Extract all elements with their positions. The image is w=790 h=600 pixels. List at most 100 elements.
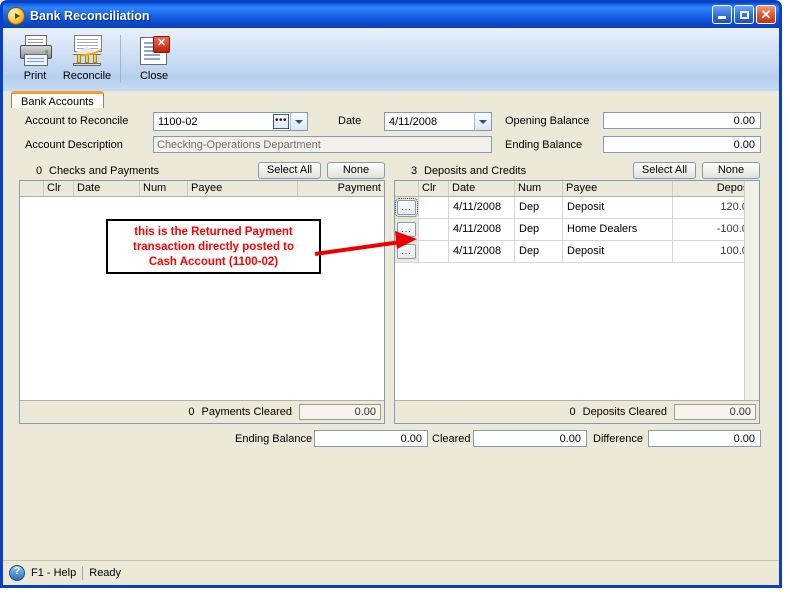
right-grid-scrollbar[interactable] (744, 181, 759, 401)
status-bar: ? F1 - Help Ready (3, 560, 779, 585)
row-clr[interactable] (419, 197, 449, 218)
deposits-and-credits-count: 3 (411, 165, 418, 177)
tab-bank-accounts[interactable]: Bank Accounts (11, 91, 104, 109)
date-dropdown-arrow[interactable] (474, 113, 491, 130)
left-footer-total: 0.00 (299, 404, 381, 420)
row-payee: Deposit (563, 197, 673, 218)
annotation-line-3: Cash Account (1100-02) (148, 256, 279, 268)
left-grid-footer: 0 Payments Cleared 0.00 (20, 400, 384, 423)
row-num: Dep (515, 241, 563, 262)
reconcile-button[interactable]: Reconcile (61, 32, 113, 88)
left-col-payee[interactable]: Payee (188, 181, 298, 196)
close-button-label: Close (139, 70, 169, 82)
account-to-reconcile-label: Account to Reconcile (25, 115, 129, 127)
right-col-clr[interactable]: Clr (419, 181, 449, 196)
annotation-line-1: this is the Returned Payment (134, 226, 293, 238)
right-select-all-button[interactable]: Select All (633, 162, 696, 179)
chevron-down-icon (479, 119, 487, 124)
ending-balance-field-top[interactable]: 0.00 (603, 136, 761, 153)
bank-reconciliation-window: Bank Reconciliation ✕ Print Reconcile ✕ … (0, 0, 782, 588)
app-logo-icon (7, 6, 25, 25)
close-button[interactable]: ✕ Close (128, 32, 180, 88)
checks-and-payments-grid[interactable]: Clr Date Num Payee Payment 0 Payments Cl… (19, 180, 385, 424)
account-to-reconcile-combo[interactable]: 1100-02 ••• (153, 112, 308, 131)
left-col-clr[interactable]: Clr (44, 181, 74, 196)
row-detail-button[interactable]: ... (397, 244, 416, 259)
close-icon: ✕ (760, 7, 772, 22)
left-select-all-button[interactable]: Select All (258, 162, 321, 179)
help-label[interactable]: F1 - Help (31, 567, 76, 579)
left-col-num[interactable]: Num (140, 181, 188, 196)
toolbar-separator (120, 35, 121, 83)
minimize-button[interactable] (712, 5, 732, 24)
ending-balance-total-field: 0.00 (314, 430, 428, 447)
date-combo[interactable]: 4/11/2008 (384, 112, 492, 131)
deposits-and-credits-grid[interactable]: Clr Date Num Payee Deposit ... 4/11/2008… (394, 180, 760, 424)
row-detail-button[interactable]: ... (395, 198, 418, 217)
account-description-field: Checking-Operations Department (153, 136, 492, 153)
title-bar: Bank Reconciliation ✕ (3, 3, 779, 28)
row-date: 4/11/2008 (449, 219, 515, 240)
checks-and-payments-title: Checks and Payments (49, 165, 160, 177)
left-grid-header: Clr Date Num Payee Payment (20, 181, 384, 197)
annotation-callout: this is the Returned Payment transaction… (106, 219, 321, 274)
row-num: Dep (515, 197, 563, 218)
row-clr[interactable] (419, 219, 449, 240)
row-detail-button[interactable]: ... (397, 222, 416, 237)
left-footer-count: 0 (188, 406, 195, 418)
annotation-line-2: transaction directly posted to (132, 241, 295, 253)
help-icon[interactable]: ? (9, 565, 25, 581)
date-value: 4/11/2008 (389, 115, 438, 128)
row-payee: Home Dealers (563, 219, 673, 240)
difference-total-field: 0.00 (648, 430, 761, 447)
difference-label: Difference (593, 433, 643, 445)
right-col-payee[interactable]: Payee (563, 181, 673, 196)
right-grid-footer: 0 Deposits Cleared 0.00 (395, 400, 759, 423)
print-button[interactable]: Print (9, 32, 61, 88)
row-payee: Deposit (563, 241, 673, 262)
account-lookup-button[interactable]: ••• (273, 114, 289, 129)
maximize-button[interactable] (734, 5, 754, 24)
row-date: 4/11/2008 (449, 197, 515, 218)
table-row[interactable]: ... 4/11/2008 Dep Deposit 100.00 (395, 241, 759, 263)
bank-icon (70, 35, 104, 67)
left-footer-label: Payments Cleared (201, 406, 293, 418)
checks-and-payments-count: 0 (36, 165, 43, 177)
close-document-icon: ✕ (137, 35, 171, 67)
cleared-total-field: 0.00 (473, 430, 587, 447)
window-controls: ✕ (712, 5, 776, 24)
print-button-label: Print (23, 70, 47, 82)
account-dropdown-arrow[interactable] (290, 113, 307, 130)
right-footer-total: 0.00 (674, 404, 756, 420)
main-panel: Account to Reconcile 1100-02 ••• Date 4/… (3, 108, 779, 559)
right-footer-count: 0 (569, 406, 576, 418)
ending-balance-label-bottom: Ending Balance (235, 433, 313, 445)
reconcile-button-label: Reconcile (62, 70, 112, 82)
window-title: Bank Reconciliation (30, 8, 150, 23)
close-window-button[interactable]: ✕ (756, 5, 776, 24)
account-to-reconcile-value: 1100-02 (158, 115, 198, 128)
maximize-icon (739, 10, 749, 19)
right-footer-label: Deposits Cleared (582, 406, 667, 418)
right-grid-header: Clr Date Num Payee Deposit (395, 181, 759, 197)
right-col-btn (395, 181, 419, 196)
right-col-date[interactable]: Date (449, 181, 515, 196)
cleared-label: Cleared (432, 433, 471, 445)
row-clr[interactable] (419, 241, 449, 262)
left-col-payment[interactable]: Payment (298, 181, 384, 196)
status-separator (82, 566, 84, 580)
account-description-label: Account Description (25, 139, 123, 151)
client-area: Bank Accounts Account to Reconcile 1100-… (3, 91, 779, 559)
opening-balance-field[interactable]: 0.00 (603, 112, 761, 129)
row-date: 4/11/2008 (449, 241, 515, 262)
chevron-down-icon (295, 119, 303, 124)
left-none-button[interactable]: None (327, 162, 385, 179)
row-num: Dep (515, 219, 563, 240)
right-none-button[interactable]: None (702, 162, 760, 179)
status-text: Ready (89, 567, 122, 579)
table-row[interactable]: ... 4/11/2008 Dep Home Dealers -100.00 (395, 219, 759, 241)
left-col-date[interactable]: Date (74, 181, 140, 196)
right-col-num[interactable]: Num (515, 181, 563, 196)
toolbar: Print Reconcile ✕ Close (3, 28, 779, 95)
table-row[interactable]: ... 4/11/2008 Dep Deposit 120.00 (395, 197, 759, 219)
